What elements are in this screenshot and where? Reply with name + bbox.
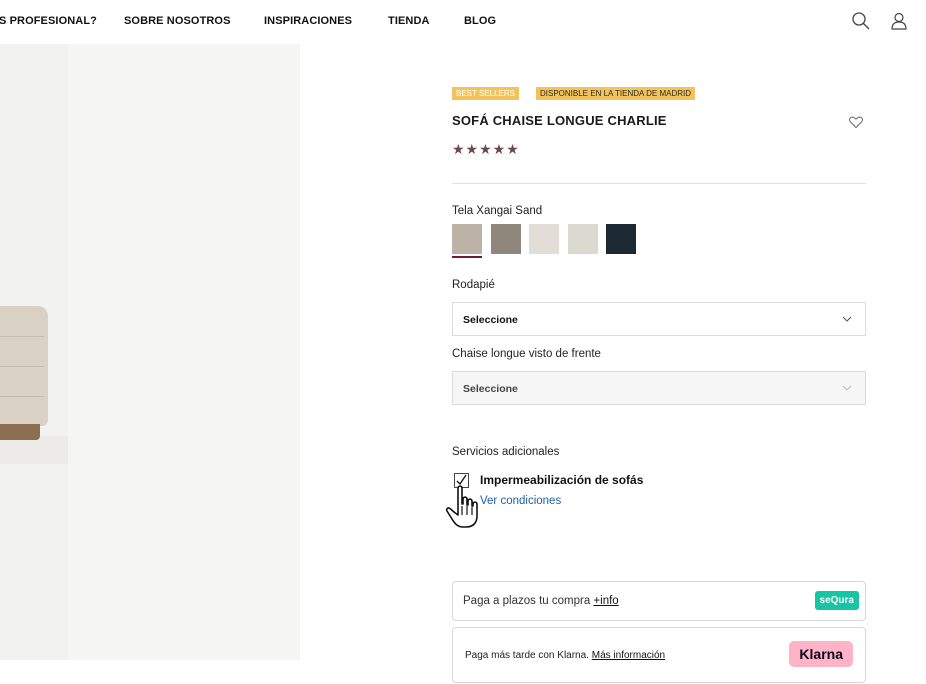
sofa-shadow bbox=[0, 436, 68, 464]
klarna-info-link[interactable]: Más información bbox=[592, 650, 665, 661]
sofa-seam bbox=[0, 336, 44, 337]
sequra-financing-box[interactable]: Paga a plazos tu compra +info seQura bbox=[452, 581, 866, 621]
nav-item-sobre-nosotros[interactable]: SOBRE NOSOTROS bbox=[124, 15, 231, 27]
rodapie-select[interactable]: Seleccione bbox=[452, 302, 866, 336]
nav-item-tienda[interactable]: TIENDA bbox=[388, 15, 430, 27]
rodapie-selected-value: Seleccione bbox=[463, 314, 518, 326]
sofa-seam bbox=[0, 366, 44, 367]
chaise-label: Chaise longue visto de frente bbox=[452, 348, 601, 360]
sofa-seam bbox=[0, 396, 44, 397]
search-icon[interactable] bbox=[850, 10, 872, 32]
divider bbox=[452, 183, 866, 184]
fabric-swatch[interactable] bbox=[568, 224, 598, 254]
product-title: SOFÁ CHAISE LONGUE CHARLIE bbox=[452, 113, 667, 128]
sequra-info-link[interactable]: +info bbox=[593, 595, 618, 607]
rating-stars[interactable]: ★★★★★ bbox=[452, 141, 520, 158]
badge-madrid-store: DISPONIBLE EN LA TIENDA DE MADRID bbox=[536, 87, 696, 100]
waterproofing-label[interactable]: Impermeabilización de sofás bbox=[480, 473, 643, 487]
swatch-selected-indicator bbox=[452, 256, 482, 258]
klarna-text: Paga más tarde con Klarna. Más informaci… bbox=[465, 650, 665, 661]
view-conditions-link[interactable]: Ver condiciones bbox=[480, 495, 561, 507]
services-label: Servicios adicionales bbox=[452, 446, 560, 458]
klarna-financing-box[interactable]: Paga más tarde con Klarna. Más informaci… bbox=[452, 627, 866, 683]
fabric-label: Tela Xangai Sand bbox=[452, 205, 543, 217]
chevron-down-icon bbox=[842, 316, 852, 322]
badge-best-sellers: BEST SELLERS bbox=[452, 87, 519, 100]
fabric-swatch[interactable] bbox=[529, 224, 559, 254]
rodapie-label: Rodapié bbox=[452, 279, 495, 291]
sequra-text-main: Paga a plazos tu compra bbox=[463, 595, 594, 607]
sofa-base bbox=[0, 424, 40, 440]
klarna-logo: Klarna bbox=[789, 641, 853, 667]
klarna-text-main: Paga más tarde con Klarna. bbox=[465, 650, 592, 661]
fabric-swatch[interactable] bbox=[452, 224, 482, 254]
hand-pointer-cursor-icon bbox=[445, 485, 478, 528]
fabric-swatch[interactable] bbox=[491, 224, 521, 254]
chaise-selected-value: Seleccione bbox=[463, 383, 518, 395]
top-navigation: S PROFESIONAL? SOBRE NOSOTROS INSPIRACIO… bbox=[0, 0, 926, 44]
heart-icon[interactable] bbox=[848, 114, 864, 130]
sofa-seat bbox=[0, 306, 48, 426]
product-image[interactable] bbox=[0, 44, 300, 660]
sequra-text: Paga a plazos tu compra +info bbox=[463, 595, 619, 607]
sequra-logo: seQura bbox=[814, 591, 859, 610]
chaise-select[interactable]: Seleccione bbox=[452, 371, 866, 405]
nav-item-inspiraciones[interactable]: INSPIRACIONES bbox=[264, 15, 352, 27]
user-icon[interactable] bbox=[888, 10, 910, 32]
fabric-swatch[interactable] bbox=[606, 224, 636, 254]
nav-item-blog[interactable]: BLOG bbox=[464, 15, 496, 27]
nav-item-profesional[interactable]: S PROFESIONAL? bbox=[0, 15, 97, 27]
chevron-down-icon bbox=[842, 385, 852, 391]
